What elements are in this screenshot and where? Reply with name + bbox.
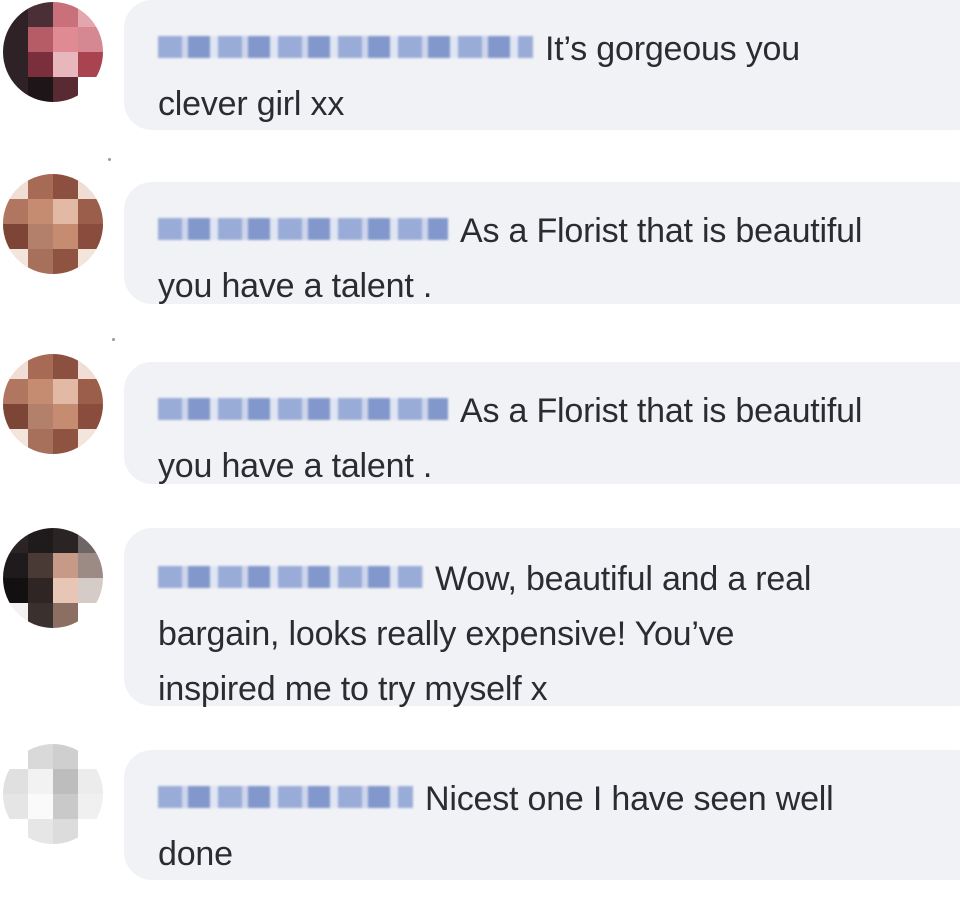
divider-dot xyxy=(112,338,115,341)
divider-dot xyxy=(108,158,111,161)
avatar[interactable] xyxy=(3,354,103,454)
comment-text-line: bargain, looks really expensive! You’ve xyxy=(158,615,735,653)
comment-text-line: done xyxy=(158,835,233,873)
comment-text: Nicest one I have seen well xyxy=(158,772,960,827)
pixelated-avatar-image xyxy=(3,528,103,628)
commenter-name-blurred[interactable] xyxy=(158,218,448,241)
pixelated-avatar-image xyxy=(3,2,103,102)
avatar[interactable] xyxy=(3,744,103,844)
comment-text: It’s gorgeous you xyxy=(158,22,960,77)
comment-text: As a Florist that is beautiful xyxy=(158,204,960,259)
comment-bubble: As a Florist that is beautiful you have … xyxy=(124,362,960,485)
comment-bubble: It’s gorgeous you clever girl xx xyxy=(124,0,960,130)
comment-bubble: Wow, beautiful and a real bargain, looks… xyxy=(124,528,960,708)
avatar[interactable] xyxy=(3,2,103,102)
comment-text-line: you have a talent . xyxy=(158,267,433,305)
commenter-name-blurred[interactable] xyxy=(158,566,423,589)
pixelated-avatar-image xyxy=(3,354,103,454)
comment-text-line: inspired me to try myself x xyxy=(158,670,548,708)
pixelated-avatar-image xyxy=(3,744,103,844)
comment-bubble: Nicest one I have seen well done xyxy=(124,750,960,880)
comment-text: As a Florist that is beautiful xyxy=(158,384,960,439)
avatar[interactable] xyxy=(3,174,103,274)
comment-bubble: As a Florist that is beautiful you have … xyxy=(124,182,960,305)
commenter-name-blurred[interactable] xyxy=(158,36,533,59)
comment-text: Wow, beautiful and a real xyxy=(158,552,960,607)
avatar[interactable] xyxy=(3,528,103,628)
comment-text-line: you have a talent . xyxy=(158,447,433,485)
pixelated-avatar-image xyxy=(3,174,103,274)
commenter-name-blurred[interactable] xyxy=(158,786,413,809)
comment-text-line: clever girl xx xyxy=(158,85,345,123)
commenter-name-blurred[interactable] xyxy=(158,398,448,421)
